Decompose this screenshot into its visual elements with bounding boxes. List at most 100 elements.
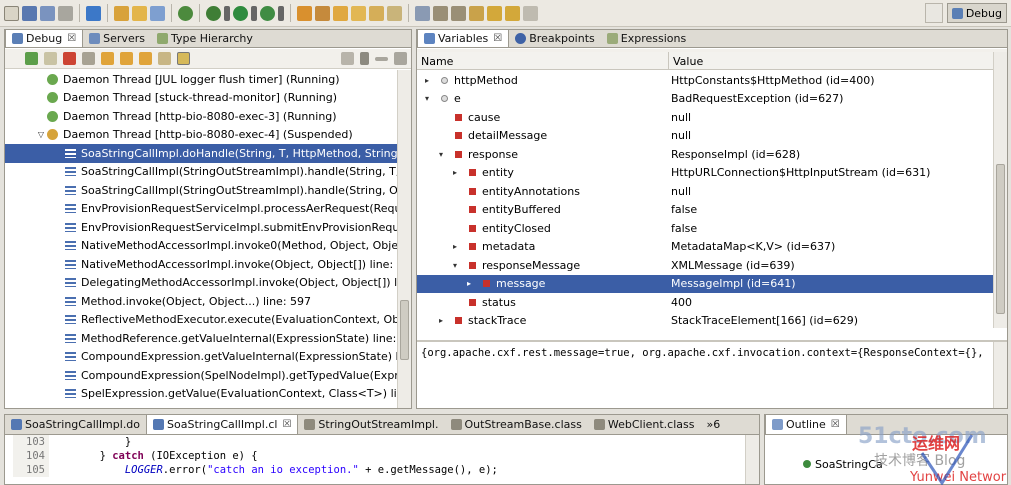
close-icon[interactable]: ☒ — [493, 33, 502, 44]
open-perspective-button[interactable] — [925, 3, 943, 23]
external-tools-icon[interactable] — [260, 5, 275, 21]
disconnect-icon[interactable] — [82, 52, 95, 65]
expanded-toggle-icon[interactable]: ▾ — [421, 94, 433, 103]
editor-scrollbar[interactable] — [745, 435, 759, 484]
annotation-prev-icon[interactable] — [451, 5, 466, 21]
view-menu-icon[interactable] — [360, 52, 369, 65]
tab-servers[interactable]: Servers — [83, 30, 151, 47]
debug-scrollbar[interactable] — [397, 70, 411, 408]
stack-frame-row[interactable]: SoaStringCallImpl(StringOutStreamImpl).h… — [5, 181, 397, 200]
new-package-icon[interactable] — [315, 5, 330, 21]
debug-icon[interactable] — [206, 5, 221, 21]
stack-frame-row[interactable]: NativeMethodAccessorImpl.invoke0(Method,… — [5, 237, 397, 256]
stack-frame-row[interactable]: SoaStringCallImpl(StringOutStreamImpl).h… — [5, 163, 397, 182]
step-into-icon[interactable] — [101, 52, 114, 65]
refresh-icon[interactable] — [86, 5, 101, 21]
chevron-down-icon[interactable] — [224, 5, 230, 21]
variable-row[interactable]: ▾ e BadRequestException (id=627) — [417, 90, 993, 109]
expanded-toggle-icon[interactable]: ▾ — [449, 261, 461, 270]
tab-variables[interactable]: Variables ☒ — [417, 30, 510, 47]
stack-frame-row[interactable]: CompoundExpression.getValueInternal(Expr… — [5, 348, 397, 367]
thread-row[interactable]: Daemon Thread [JUL logger flush timer] (… — [5, 70, 397, 89]
save-icon[interactable] — [22, 5, 37, 21]
code-editor[interactable]: 103 } 104 } catch (IOException e) {105 LO… — [5, 435, 745, 484]
variable-row[interactable]: entityBuffered false — [417, 201, 993, 220]
annotation-next-icon[interactable] — [433, 5, 448, 21]
variable-row[interactable]: ▸ stackTrace StackTraceElement[166] (id=62… — [417, 312, 993, 331]
print-icon[interactable] — [58, 5, 73, 21]
debug-scrollbar-thumb[interactable] — [400, 300, 409, 360]
new-icon[interactable] — [4, 5, 19, 21]
thread-row[interactable]: ▽ Daemon Thread [http-bio-8080-exec-4] (S… — [5, 126, 397, 145]
close-icon[interactable]: ☒ — [282, 419, 291, 430]
collapsed-toggle-icon[interactable]: ▸ — [449, 168, 461, 177]
thread-row[interactable]: Daemon Thread [http-bio-8080-exec-3] (Ru… — [5, 107, 397, 126]
variables-scrollbar-thumb[interactable] — [996, 164, 1005, 314]
pin-icon[interactable] — [415, 5, 430, 21]
arrow-icon[interactable] — [523, 5, 538, 21]
stack-frame-row[interactable]: MethodReference.getValueInternal(Express… — [5, 329, 397, 348]
variable-row[interactable]: ▾ responseMessage XMLMessage (id=639) — [417, 256, 993, 275]
tab-editor-file[interactable]: SoaStringCallImpl.do — [5, 415, 146, 434]
tab-editor-file[interactable]: OutStreamBase.class — [445, 415, 588, 434]
tab-debug[interactable]: Debug ☒ — [5, 30, 84, 47]
stack-frame-row[interactable]: EnvProvisionRequestServiceImpl.submitEnv… — [5, 218, 397, 237]
outline-item[interactable]: SoaStringCa — [803, 455, 883, 474]
expanded-toggle-icon[interactable]: ▽ — [35, 130, 47, 139]
collapsed-toggle-icon[interactable]: ▸ — [463, 279, 475, 288]
debug-perspective-button[interactable]: Debug — [946, 3, 1007, 23]
build-icon[interactable] — [114, 5, 129, 21]
tab-editor-file[interactable]: »6 — [700, 415, 726, 434]
variables-scrollbar[interactable] — [993, 52, 1007, 328]
variable-row[interactable]: cause null — [417, 108, 993, 127]
folder-icon[interactable] — [132, 5, 147, 21]
chevron-down-icon[interactable] — [278, 5, 284, 21]
variable-row[interactable]: status 400 — [417, 293, 993, 312]
server-icon[interactable] — [150, 5, 165, 21]
stack-frame-row[interactable]: Method.invoke(Object, Object...) line: 5… — [5, 292, 397, 311]
variable-row[interactable]: ▸ metadata MetadataMap<K,V> (id=637) — [417, 238, 993, 257]
pencil-icon[interactable] — [387, 5, 402, 21]
save-all-icon[interactable] — [40, 5, 55, 21]
variable-row[interactable]: ▸ entity HttpURLConnection$HttpInputStream… — [417, 164, 993, 183]
thread-row[interactable]: Daemon Thread [stuck-thread-monitor] (Ru… — [5, 89, 397, 108]
open-resource-icon[interactable] — [351, 5, 366, 21]
drop-to-frame-icon[interactable] — [158, 52, 171, 65]
stack-frame-row[interactable]: SoaStringCallImpl.doHandle(String, T, Ht… — [5, 144, 397, 163]
tab-breakpoints[interactable]: Breakpoints — [509, 30, 601, 47]
collapsed-toggle-icon[interactable]: ▸ — [449, 242, 461, 251]
close-icon[interactable]: ☒ — [67, 33, 76, 44]
debug-run-icon[interactable] — [178, 5, 193, 21]
stack-frame-row[interactable]: CompoundExpression(SpelNodeImpl).getType… — [5, 366, 397, 385]
stack-frame-row[interactable]: SpelExpression.getValue(EvaluationContex… — [5, 385, 397, 404]
open-type-icon[interactable] — [333, 5, 348, 21]
new-class-icon[interactable] — [297, 5, 312, 21]
resume-icon[interactable] — [25, 52, 38, 65]
collapsed-toggle-icon[interactable]: ▸ — [435, 316, 447, 325]
variable-row[interactable]: ▾ response ResponseImpl (id=628) — [417, 145, 993, 164]
stack-frame-row[interactable]: NativeMethodAccessorImpl.invoke(Object, … — [5, 255, 397, 274]
tab-expressions[interactable]: Expressions — [601, 30, 692, 47]
tab-editor-file[interactable]: SoaStringCallImpl.cl ☒ — [146, 415, 299, 434]
variable-row[interactable]: detailMessage null — [417, 127, 993, 146]
variable-row[interactable]: ▸ message MessageImpl (id=641) — [417, 274, 993, 293]
forward-icon[interactable] — [505, 5, 520, 21]
collapse-all-icon[interactable] — [341, 52, 354, 65]
variable-row[interactable]: entityAnnotations null — [417, 182, 993, 201]
close-icon[interactable]: ☒ — [831, 419, 840, 430]
tab-type-hierarchy[interactable]: Type Hierarchy — [151, 30, 259, 47]
step-over-icon[interactable] — [120, 52, 133, 65]
tab-editor-file[interactable]: StringOutStreamImpl. — [298, 415, 444, 434]
terminate-icon[interactable] — [63, 52, 76, 65]
variable-row[interactable]: ▸ httpMethod HttpConstants$HttpMethod (id=… — [417, 71, 993, 90]
column-name[interactable]: Name — [417, 52, 669, 70]
column-value[interactable]: Value — [669, 52, 993, 70]
back-icon[interactable] — [487, 5, 502, 21]
detail-scrollbar[interactable] — [993, 342, 1007, 408]
step-return-icon[interactable] — [139, 52, 152, 65]
collapsed-toggle-icon[interactable]: ▸ — [421, 76, 433, 85]
stack-frame-row[interactable]: EnvProvisionRequestServiceImpl.processAe… — [5, 200, 397, 219]
tab-outline[interactable]: Outline ☒ — [765, 415, 847, 434]
stack-frame-row[interactable]: ReflectiveMethodExecutor.execute(Evaluat… — [5, 311, 397, 330]
maximize-icon[interactable] — [394, 52, 407, 65]
